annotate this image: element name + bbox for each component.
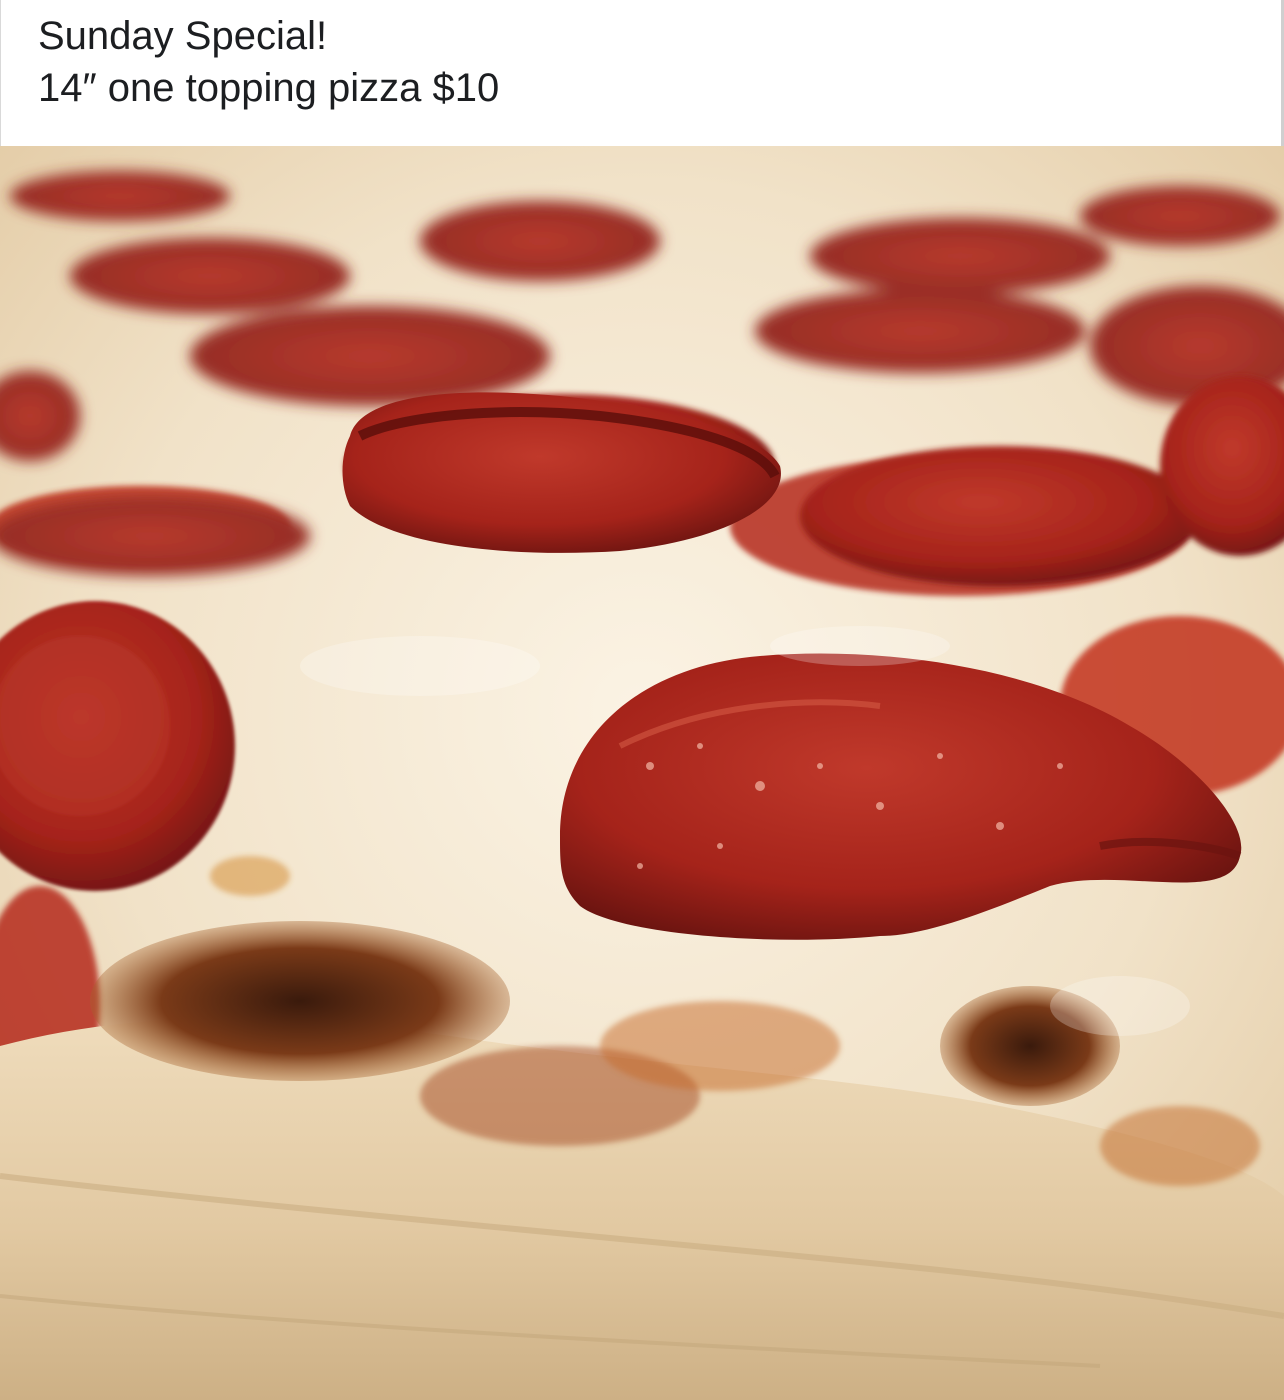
caption-title: Sunday Special!: [38, 14, 328, 58]
post-photo-pepperoni-pizza[interactable]: [0, 146, 1284, 1400]
post-caption: Sunday Special! 14″ one topping pizza $1…: [0, 0, 1284, 146]
caption-offer: 14″ one topping pizza $10: [38, 66, 500, 110]
social-post: Sunday Special! 14″ one topping pizza $1…: [0, 0, 1284, 1400]
pizza-illustration: [0, 146, 1284, 1400]
